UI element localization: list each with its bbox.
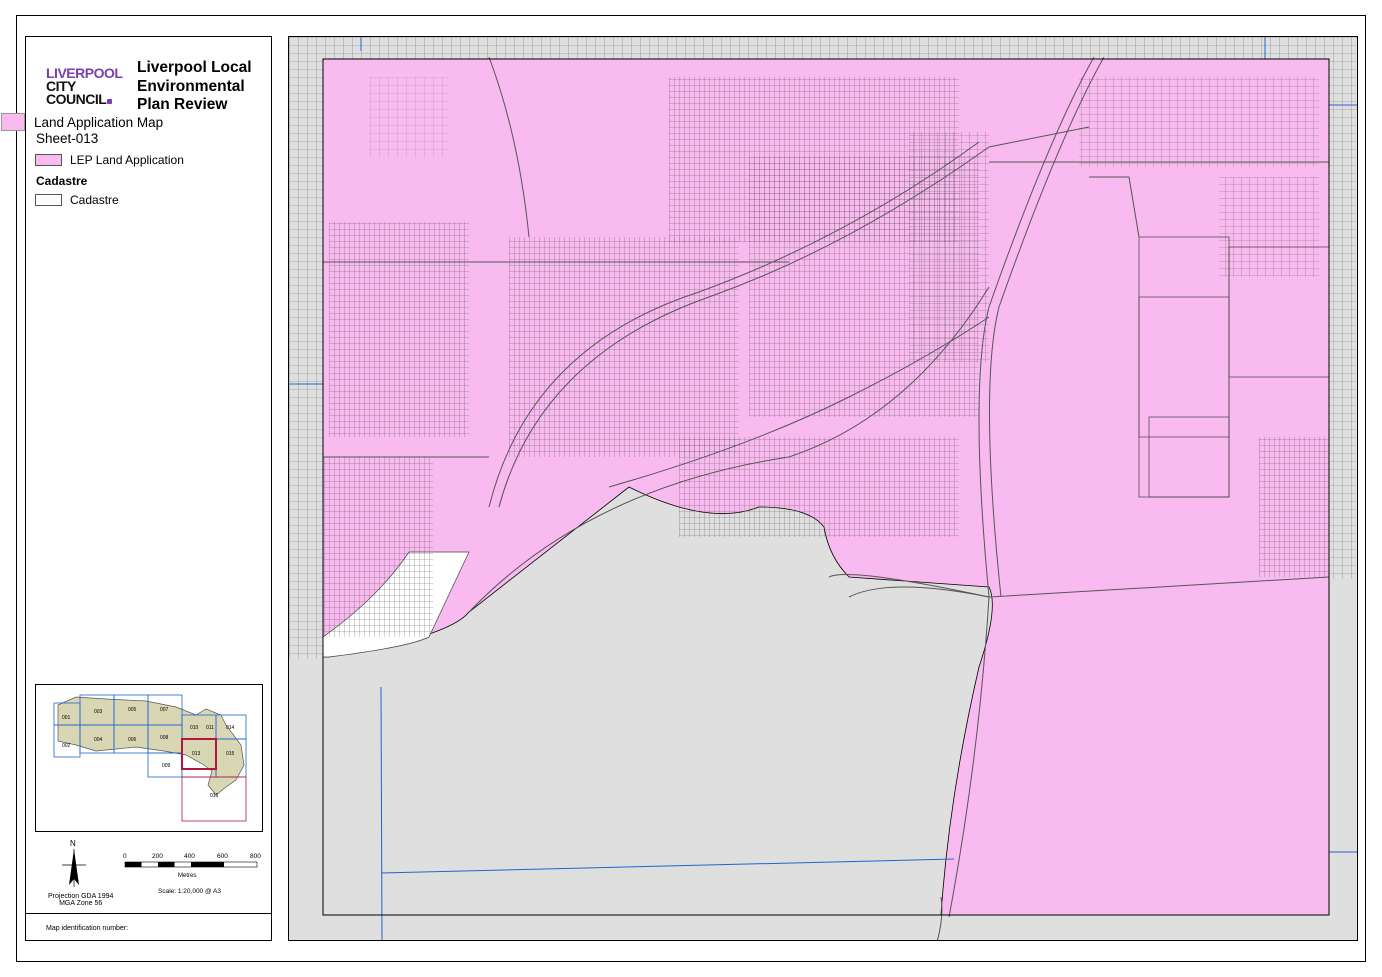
svg-text:011: 011 <box>206 725 214 731</box>
svg-text:014: 014 <box>226 725 235 731</box>
svg-text:600: 600 <box>217 853 228 860</box>
council-logo: LIVERPOOL CITY COUNCIL <box>46 65 123 107</box>
legend-item-lep: LEP Land Application <box>35 153 184 167</box>
locator-map: 001 002 003 004 005 006 007 008 009 010 … <box>35 684 263 832</box>
locator-map-svg: 001 002 003 004 005 006 007 008 009 010 … <box>53 694 247 822</box>
svg-text:008: 008 <box>160 735 169 741</box>
svg-text:010: 010 <box>190 725 199 731</box>
scale-bar: 0 200 400 600 800 Metres Scale: 1:20,000… <box>120 849 270 914</box>
svg-text:200: 200 <box>152 853 163 860</box>
svg-text:400: 400 <box>184 853 195 860</box>
lep-swatch <box>35 154 62 166</box>
cadastre-heading: Cadastre <box>36 174 88 188</box>
svg-text:005: 005 <box>128 707 137 713</box>
outside-lots-north <box>289 37 1357 59</box>
map-svg[interactable] <box>289 37 1358 941</box>
svg-text:016: 016 <box>210 793 219 799</box>
svg-text:007: 007 <box>160 707 169 713</box>
map-type: Land Application Map <box>34 115 164 130</box>
svg-text:003: 003 <box>94 709 103 715</box>
legend-panel: LIVERPOOL CITY COUNCIL Liverpool Local E… <box>1 36 272 941</box>
svg-text:0: 0 <box>123 853 127 860</box>
svg-text:Scale: 1:20,000 @ A3: Scale: 1:20,000 @ A3 <box>158 888 221 895</box>
cadastre-label: Cadastre <box>70 193 119 207</box>
legend-divider <box>26 913 271 914</box>
sheet-number: Sheet-013 <box>36 131 99 146</box>
scale-bar-svg: 0 200 400 600 800 Metres Scale: 1:20,000… <box>123 853 261 895</box>
map-type-swatch <box>1 113 25 131</box>
outside-lots-east <box>1329 59 1357 579</box>
svg-text:013: 013 <box>192 751 201 757</box>
svg-text:N: N <box>70 839 76 848</box>
map-title: Liverpool Local Environmental Plan Revie… <box>137 59 252 113</box>
north-arrow: N <box>59 837 89 894</box>
outside-lots-west <box>289 59 323 659</box>
projection-text: Projection GDA 1994 MGA Zone 56 <box>48 893 114 907</box>
map-id-label: Map identification number: <box>46 925 129 932</box>
svg-text:001: 001 <box>62 715 71 721</box>
svg-text:006: 006 <box>128 737 137 743</box>
svg-text:Metres: Metres <box>178 873 196 879</box>
svg-text:002: 002 <box>62 743 71 749</box>
svg-text:004: 004 <box>94 737 103 743</box>
map-view[interactable] <box>288 36 1358 941</box>
svg-text:009: 009 <box>162 763 171 769</box>
lep-label: LEP Land Application <box>70 153 184 167</box>
cadastre-swatch <box>35 194 62 206</box>
svg-text:015: 015 <box>226 751 235 757</box>
legend-item-cadastre: Cadastre <box>35 193 119 207</box>
svg-text:800: 800 <box>250 853 261 860</box>
north-arrow-icon: N <box>62 839 86 887</box>
